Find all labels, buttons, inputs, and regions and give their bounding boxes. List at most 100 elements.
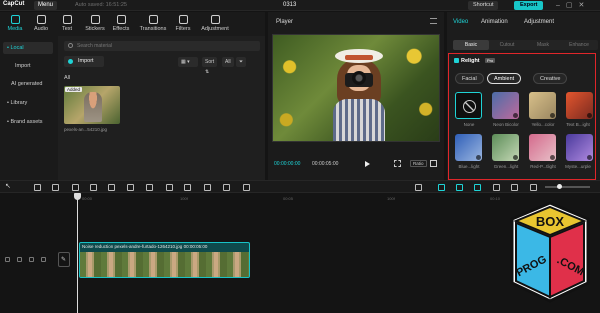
filter-icon[interactable]: ⏷: [236, 57, 247, 67]
split-right-icon[interactable]: [108, 184, 115, 191]
relight-checkbox[interactable]: [454, 58, 459, 64]
rotate-icon[interactable]: [223, 184, 230, 191]
transitions-icon: [148, 15, 158, 24]
preset-red-purple-light[interactable]: [529, 134, 556, 161]
player-menu-icon[interactable]: [430, 18, 437, 24]
crop-icon[interactable]: [394, 160, 401, 167]
download-icon: [513, 113, 518, 118]
subtab-enhance[interactable]: Enhance: [561, 40, 597, 50]
relight-mode-facial[interactable]: Facial: [455, 73, 484, 84]
tool-tabs: Media Audio Text Stickers Effects Transi…: [0, 12, 265, 36]
window-controls[interactable]: –▢✕: [556, 1, 590, 9]
sidenav-local[interactable]: • Local: [3, 42, 53, 54]
preset-label: Myste...urple: [565, 164, 591, 169]
text-icon: [62, 15, 72, 24]
subtab-mask[interactable]: Mask: [525, 40, 561, 50]
tab-video[interactable]: Video: [453, 19, 468, 25]
subtab-basic[interactable]: Basic: [453, 40, 489, 50]
zoom-slider[interactable]: [545, 184, 590, 189]
tab-text[interactable]: Text: [54, 12, 80, 36]
stickers-icon: [90, 15, 100, 24]
media-thumbnail[interactable]: Added: [64, 86, 120, 124]
timeline-clip[interactable]: Noise reduction pexels-andre-furtado-126…: [79, 242, 250, 278]
zoom-out-icon[interactable]: [530, 184, 537, 191]
playhead-handle[interactable]: [74, 193, 81, 200]
ruler-tick: 00:10: [490, 196, 501, 201]
tab-effects[interactable]: Effects: [108, 12, 134, 36]
mask-icon[interactable]: [146, 184, 153, 191]
caption-icon[interactable]: [511, 184, 518, 191]
time-ruler: 00:00 100f 00:05 100f 00:10: [76, 196, 516, 204]
reverse-icon[interactable]: [166, 184, 173, 191]
fullscreen-icon[interactable]: [430, 160, 437, 167]
all-heading: All: [64, 75, 71, 81]
preset-text-backlight[interactable]: [566, 92, 593, 119]
freeze-icon[interactable]: [184, 184, 191, 191]
export-button[interactable]: Export: [514, 1, 544, 10]
shortcut-button[interactable]: Shortcut: [468, 1, 499, 10]
tab-stickers[interactable]: Stickers: [82, 12, 108, 36]
property-subtabs: Basic Cutout Mask Enhance: [453, 40, 598, 50]
tab-adjustment-panel[interactable]: Adjustment: [524, 19, 554, 25]
search-input[interactable]: Search material: [64, 41, 260, 51]
relight-mode-creative[interactable]: Creative: [533, 73, 568, 84]
relight-title[interactable]: Relight: [454, 58, 480, 64]
track-audio-icon[interactable]: [29, 257, 34, 262]
microphone-icon[interactable]: [415, 184, 422, 191]
zoom-slider-knob[interactable]: [557, 184, 562, 189]
sidenav-import[interactable]: Import: [3, 60, 53, 72]
mirror-icon[interactable]: [204, 184, 211, 191]
preset-yellow-color[interactable]: [529, 92, 556, 119]
download-icon: [550, 155, 555, 160]
tab-media[interactable]: Media: [2, 12, 28, 36]
split-left-icon[interactable]: [90, 184, 97, 191]
relight-mode-ambient[interactable]: Ambient: [487, 73, 522, 84]
magnet-icon[interactable]: [456, 184, 463, 191]
select-tool-icon[interactable]: ↖: [5, 182, 12, 190]
download-icon: [550, 113, 555, 118]
crop-tool-icon[interactable]: [243, 184, 250, 191]
redo-icon[interactable]: [52, 184, 59, 191]
preset-none[interactable]: [455, 92, 482, 119]
sidenav-brand-assets[interactable]: • Brand assets: [3, 116, 53, 128]
track-lock-icon[interactable]: [5, 257, 10, 262]
boxprog-logo: BOX PROG .COM: [510, 201, 590, 303]
preset-mystery-purple[interactable]: [566, 134, 593, 161]
preset-label: Red-P...tlight: [530, 164, 556, 169]
cover-button[interactable]: ✎: [58, 252, 70, 267]
playhead[interactable]: [74, 193, 81, 313]
preview-axis-icon[interactable]: [493, 184, 500, 191]
ratio-button[interactable]: Ratio: [410, 160, 427, 167]
subtab-cutout[interactable]: Cutout: [489, 40, 525, 50]
undo-icon[interactable]: [34, 184, 41, 191]
sidenav-ai-generated[interactable]: AI generated: [3, 78, 53, 90]
preset-neon-bicolor[interactable]: [492, 92, 519, 119]
menu-button[interactable]: Menu: [34, 1, 58, 10]
import-button[interactable]: Import: [64, 56, 104, 67]
tab-adjustment[interactable]: Adjustment: [198, 12, 232, 36]
all-filter-button[interactable]: All: [222, 57, 234, 67]
preset-label: Text B...ight: [566, 122, 590, 127]
tab-transitions[interactable]: Transitions: [138, 12, 168, 36]
timeline-toolbar: ↖: [0, 180, 600, 193]
split-icon[interactable]: [72, 184, 79, 191]
preset-label: Green...light: [493, 164, 519, 169]
track-more-icon[interactable]: [41, 257, 46, 262]
track-visibility-icon[interactable]: [17, 257, 22, 262]
tab-animation[interactable]: Animation: [481, 19, 508, 25]
preset-green-light[interactable]: [492, 134, 519, 161]
snap-icon[interactable]: [474, 184, 481, 191]
link-icon[interactable]: [438, 184, 445, 191]
sort-button[interactable]: Sort ⇅: [202, 57, 218, 75]
sidenav-library[interactable]: • Library: [3, 97, 53, 109]
player-title: Player: [276, 19, 294, 25]
video-preview[interactable]: [272, 34, 440, 142]
delete-icon[interactable]: [127, 184, 134, 191]
view-toggle-button[interactable]: ▦ ▾: [178, 57, 198, 67]
tab-audio[interactable]: Audio: [28, 12, 54, 36]
preset-blue-light[interactable]: [455, 134, 482, 161]
play-icon[interactable]: [365, 161, 370, 167]
audio-icon: [36, 15, 46, 24]
preset-label: Neon Bicolor: [493, 122, 519, 127]
tab-filters[interactable]: Filters: [170, 12, 196, 36]
